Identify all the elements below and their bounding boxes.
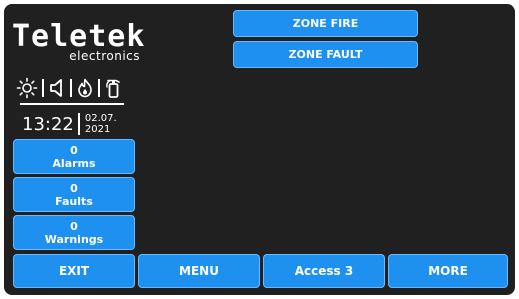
access-level-label: Access 3: [294, 263, 354, 278]
clock-display: 13:22 02.07. 2021: [22, 110, 117, 138]
fire-flame-icon: [76, 78, 94, 98]
zone-fire-button[interactable]: ZONE FIRE: [233, 10, 418, 37]
faults-count: 0: [70, 181, 78, 195]
warnings-count: 0: [70, 219, 78, 233]
exit-label: EXIT: [58, 263, 90, 278]
zone-fire-label: ZONE FIRE: [292, 17, 359, 30]
icon-separator: [98, 79, 100, 97]
zone-fault-button[interactable]: ZONE FAULT: [233, 41, 418, 68]
fire-extinguisher-icon: [104, 77, 122, 99]
clock-time: 13:22: [22, 113, 74, 135]
access-level-button[interactable]: Access 3: [263, 254, 385, 288]
faults-button[interactable]: 0 Faults: [13, 177, 135, 212]
status-icon-row: [16, 76, 142, 100]
menu-button[interactable]: MENU: [138, 254, 260, 288]
zone-fault-label: ZONE FAULT: [288, 48, 363, 61]
more-label: MORE: [428, 263, 468, 278]
alarms-label: Alarms: [52, 156, 96, 170]
clock-date-year: 2021: [84, 124, 111, 135]
icon-separator: [70, 79, 72, 97]
exit-button[interactable]: EXIT: [13, 254, 135, 288]
logo-main-text: Teletek: [12, 19, 146, 54]
status-divider: [20, 103, 124, 105]
warnings-label: Warnings: [44, 232, 104, 246]
menu-label: MENU: [179, 263, 219, 278]
brand-logo: Teletek electronics: [12, 19, 146, 63]
icon-separator: [42, 79, 44, 97]
alarms-count: 0: [70, 143, 78, 157]
faults-label: Faults: [55, 194, 93, 208]
clock-date: 02.07. 2021: [85, 113, 117, 135]
speaker-icon: [48, 78, 66, 98]
alarms-button[interactable]: 0 Alarms: [13, 139, 135, 174]
warnings-button[interactable]: 0 Warnings: [13, 215, 135, 250]
more-button[interactable]: MORE: [388, 254, 508, 288]
panel-screen: Teletek electronics 13:22 02.07. 2021 ZO…: [4, 4, 515, 295]
sun-icon: [16, 77, 38, 99]
clock-separator: [77, 113, 80, 135]
clock-date-day-month: 02.07.: [84, 113, 117, 124]
